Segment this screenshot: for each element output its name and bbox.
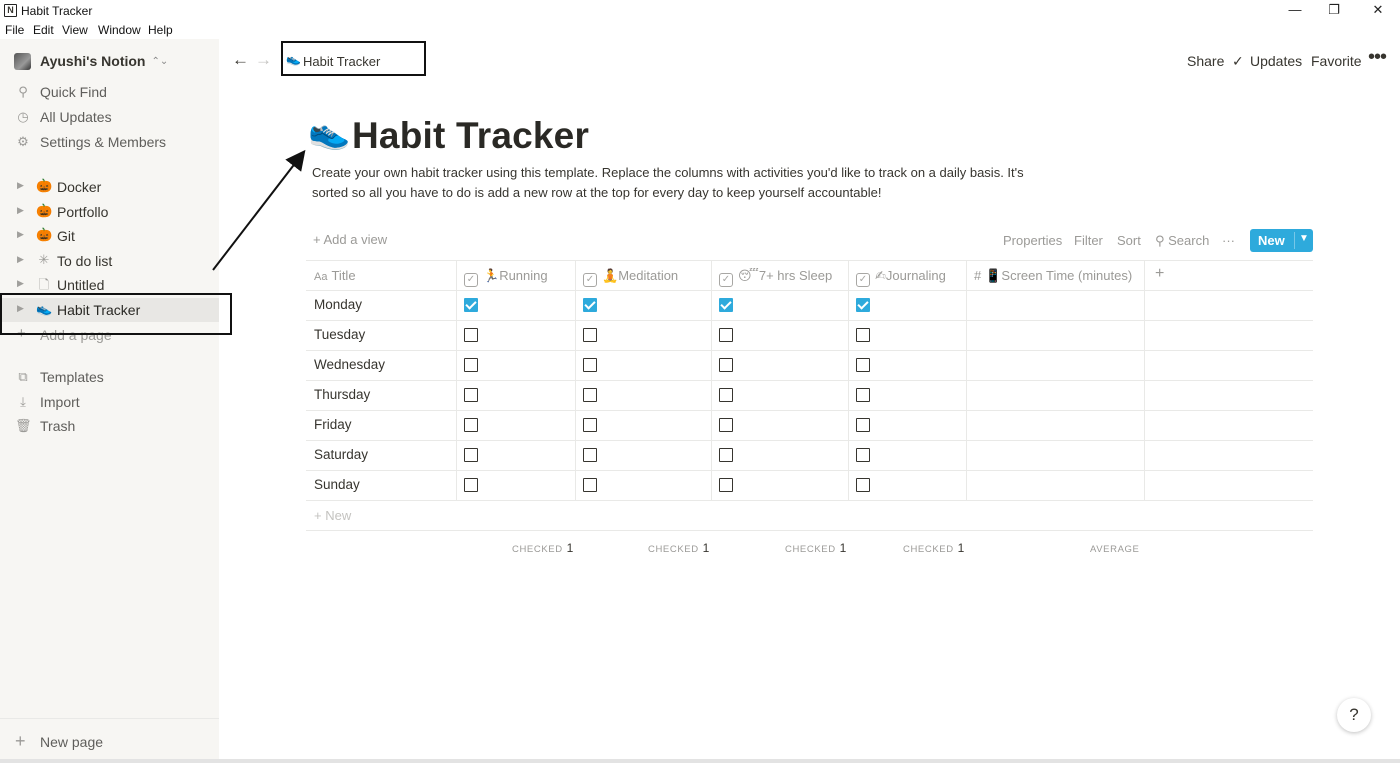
annotation-arrow: [212, 149, 306, 271]
window-bottom-edge: [0, 759, 1400, 763]
help-button[interactable]: ?: [1337, 698, 1371, 732]
